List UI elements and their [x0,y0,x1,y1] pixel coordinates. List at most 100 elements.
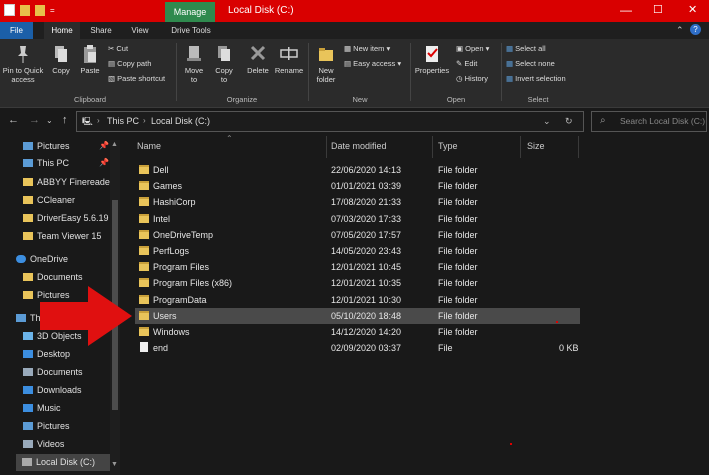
breadcrumb-local-disk[interactable]: Local Disk (C:) [151,116,210,126]
copy-to-button[interactable]: Copy to [210,44,238,84]
nav-item-label: Pictures [37,421,70,431]
new-item-label: New item [353,44,385,53]
cut-button[interactable]: ✂ Cut [108,44,128,53]
move-to-button[interactable]: Move to [180,44,208,84]
delete-button[interactable]: Delete [243,44,273,75]
column-separator[interactable] [326,136,327,158]
nav-item[interactable]: Music [23,400,61,417]
paste-shortcut-button[interactable]: ▧ Paste shortcut [108,74,165,83]
pin-quick-access-button[interactable]: Pin to Quick access [2,44,44,84]
new-folder-button[interactable]: New folder [312,44,340,84]
select-all-button[interactable]: ▦ Select all [506,44,546,53]
file-date: 14/12/2020 14:20 [331,327,402,337]
nav-item[interactable]: Videos [23,436,64,453]
tab-drive-tools[interactable]: Drive Tools [166,22,216,39]
column-header-name[interactable]: Name [137,141,161,151]
table-row[interactable]: end 02/09/2020 03:37 File 0 KB [135,340,580,356]
breadcrumb-chevron-icon: › [97,116,100,125]
nav-item[interactable]: Pictures [23,418,70,435]
tab-view[interactable]: View [126,22,154,39]
table-row[interactable]: Users 05/10/2020 18:48 File folder [135,307,580,324]
customize-qat-icon[interactable]: = [50,6,55,15]
select-none-button[interactable]: ▦ Select none [506,59,555,68]
scroll-down-icon[interactable]: ▼ [111,461,118,468]
open-button[interactable]: ▣ Open ▾ [456,44,489,53]
table-row[interactable]: HashiCorp 17/08/2020 21:33 File folder [135,194,580,210]
nav-item[interactable]: CCleaner [23,192,75,209]
address-field[interactable]: 🖳 › This PC › Local Disk (C:) ⌄ ↻ [76,111,584,132]
nav-item[interactable]: ABBYY Finereader [23,174,113,191]
column-separator[interactable] [432,136,433,158]
nav-item[interactable]: This PC [23,155,69,172]
minimize-button[interactable]: — [620,3,632,17]
folder-icon [139,262,149,272]
easy-access-icon: ▤ [344,59,354,68]
refresh-icon[interactable]: ↻ [565,116,573,127]
nav-item[interactable]: Documents [23,269,83,286]
history-button[interactable]: ◷ History [456,74,488,83]
move-to-label: Move to [184,66,204,84]
new-folder-qat-icon[interactable] [35,4,45,16]
new-item-button[interactable]: ▦ New item ▾ [344,44,390,53]
paste-button[interactable]: Paste [77,44,103,75]
table-row[interactable]: Program Files 12/01/2021 10:45 File folder [135,259,580,275]
nav-item[interactable]: Pictures [23,138,70,155]
column-separator[interactable] [520,136,521,158]
file-type: File folder [438,246,478,256]
table-row[interactable]: Games 01/01/2021 03:39 File folder [135,178,580,194]
recent-locations-button[interactable]: ⌄ [46,116,53,125]
file-type: File [438,343,453,354]
up-button[interactable]: ↑ [62,114,68,126]
breadcrumb-this-pc[interactable]: This PC [107,116,139,126]
properties-qat-icon[interactable] [4,4,15,16]
copy-button[interactable]: Copy [48,44,74,75]
back-button[interactable]: ← [8,114,19,126]
rename-button[interactable]: Rename [274,44,304,75]
table-row[interactable]: OneDriveTemp 07/05/2020 17:57 File folder [135,227,580,243]
nav-item[interactable]: DriverEasy 5.6.19 [23,210,109,227]
table-row[interactable]: Dell 22/06/2020 14:13 File folder [135,162,580,178]
music-icon [23,404,33,412]
copy-path-button[interactable]: ▤ Copy path [108,59,151,68]
scroll-up-icon[interactable]: ▲ [111,141,118,148]
table-row[interactable]: Intel 07/03/2020 17:33 File folder [135,211,580,227]
folder-icon [139,278,149,288]
folder-icon [139,165,149,174]
search-box[interactable]: ⌕ Search Local Disk (C:) [591,111,707,132]
help-icon[interactable]: ? [690,24,701,35]
address-dropdown-icon[interactable]: ⌄ [543,116,551,127]
edit-button[interactable]: ✎ Edit [456,59,477,68]
column-header-date[interactable]: Date modified [331,141,387,151]
table-row[interactable]: PerfLogs 14/05/2020 23:43 File folder [135,243,580,259]
tab-home[interactable]: Home [44,22,80,39]
folder-qat-icon[interactable] [20,4,30,16]
tab-share[interactable]: Share [86,22,116,39]
table-row[interactable]: Program Files (x86) 12/01/2021 10:35 File … [135,275,580,291]
nav-item[interactable]: Downloads [23,382,82,399]
column-header-type[interactable]: Type [438,141,458,151]
ribbon-collapse-icon[interactable]: ⌃ [676,25,684,36]
forward-button[interactable]: → [29,114,40,126]
maximize-button[interactable]: ☐ [653,3,663,16]
nav-item[interactable]: Documents [23,364,83,381]
nav-item-local-disk[interactable]: Local Disk (C:) [16,454,116,471]
red-dot-mark [510,443,512,445]
file-date: 12/01/2021 10:35 [331,278,402,289]
invert-selection-button[interactable]: ▦ Invert selection [506,74,566,83]
pc-icon [23,159,33,167]
table-row[interactable]: ProgramData 12/01/2021 10:30 File folder [135,292,580,308]
nav-item[interactable]: Team Viewer 15 [23,228,101,245]
nav-item[interactable]: Desktop [23,346,70,363]
tab-file[interactable]: File [0,22,33,39]
open-icon: ▣ [456,44,466,53]
close-button[interactable]: ✕ [688,3,697,16]
properties-button[interactable]: Properties [413,44,451,75]
manage-context-tab[interactable]: Manage [165,2,215,22]
easy-access-button[interactable]: ▤ Easy access ▾ [344,59,401,68]
table-row[interactable]: Windows 14/12/2020 14:20 File folder [135,324,580,340]
nav-item-onedrive[interactable]: OneDrive [16,251,68,268]
column-header-size[interactable]: Size [527,141,545,151]
column-separator[interactable] [578,136,579,158]
folder-icon [23,196,33,204]
ribbon-separator [410,43,411,101]
